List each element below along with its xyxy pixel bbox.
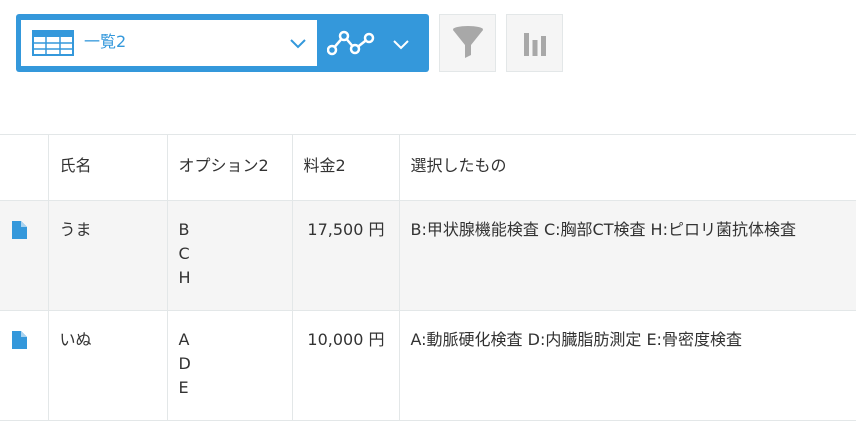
cell-selected: B:甲状腺機能検査 C:胸部CT検査 H:ピロリ菌抗体検査 bbox=[398, 200, 856, 311]
cell-fee: 10,000 円 bbox=[291, 310, 399, 421]
records-table: 氏名 オプション2 料金2 選択したもの うま B C H 17,500 円 B… bbox=[0, 134, 856, 421]
view-select-dropdown[interactable]: 一覧2 bbox=[21, 20, 317, 66]
graph-view-dropdown[interactable] bbox=[317, 20, 424, 66]
cell-selected: A:動脈硬化検査 D:内臓脂肪測定 E:骨密度検査 bbox=[398, 310, 856, 421]
chevron-down-icon bbox=[290, 39, 306, 49]
document-icon[interactable] bbox=[12, 331, 27, 349]
record-detail-cell bbox=[0, 310, 48, 421]
table-header-row: 氏名 オプション2 料金2 選択したもの bbox=[0, 134, 856, 201]
option-item: H bbox=[178, 268, 191, 287]
line-graph-icon bbox=[327, 30, 375, 56]
filter-button[interactable] bbox=[439, 14, 496, 72]
table-row: うま B C H 17,500 円 B:甲状腺機能検査 C:胸部CT検査 H:ピ… bbox=[0, 200, 856, 311]
filter-funnel-icon bbox=[452, 26, 483, 58]
cell-options: B C H bbox=[166, 200, 292, 311]
toolbar: 一覧2 bbox=[16, 14, 563, 72]
option-item: A bbox=[178, 330, 190, 349]
option-item: B bbox=[178, 220, 190, 239]
bar-chart-icon bbox=[523, 33, 546, 56]
option-item: C bbox=[178, 244, 190, 263]
header-selected[interactable]: 選択したもの bbox=[398, 134, 856, 201]
app-page: 一覧2 氏名 オプション2 料金2 選択したもの うま B C H 17,500… bbox=[0, 0, 856, 429]
option-item: E bbox=[178, 378, 189, 397]
header-option2[interactable]: オプション2 bbox=[166, 134, 292, 201]
cell-name: いぬ bbox=[47, 310, 167, 421]
record-detail-cell bbox=[0, 200, 48, 311]
view-selector-group: 一覧2 bbox=[16, 14, 429, 72]
cell-options: A D E bbox=[166, 310, 292, 421]
header-name[interactable]: 氏名 bbox=[47, 134, 167, 201]
cell-name: うま bbox=[47, 200, 167, 311]
header-detail bbox=[0, 134, 48, 201]
view-name: 一覧2 bbox=[84, 32, 127, 51]
document-icon[interactable] bbox=[12, 221, 27, 239]
header-fee2[interactable]: 料金2 bbox=[291, 134, 399, 201]
chevron-down-icon bbox=[393, 40, 409, 50]
chart-button[interactable] bbox=[506, 14, 563, 72]
cell-fee: 17,500 円 bbox=[291, 200, 399, 311]
table-icon bbox=[32, 30, 74, 56]
table-row: いぬ A D E 10,000 円 A:動脈硬化検査 D:内臓脂肪測定 E:骨密… bbox=[0, 310, 856, 421]
option-item: D bbox=[178, 354, 191, 373]
